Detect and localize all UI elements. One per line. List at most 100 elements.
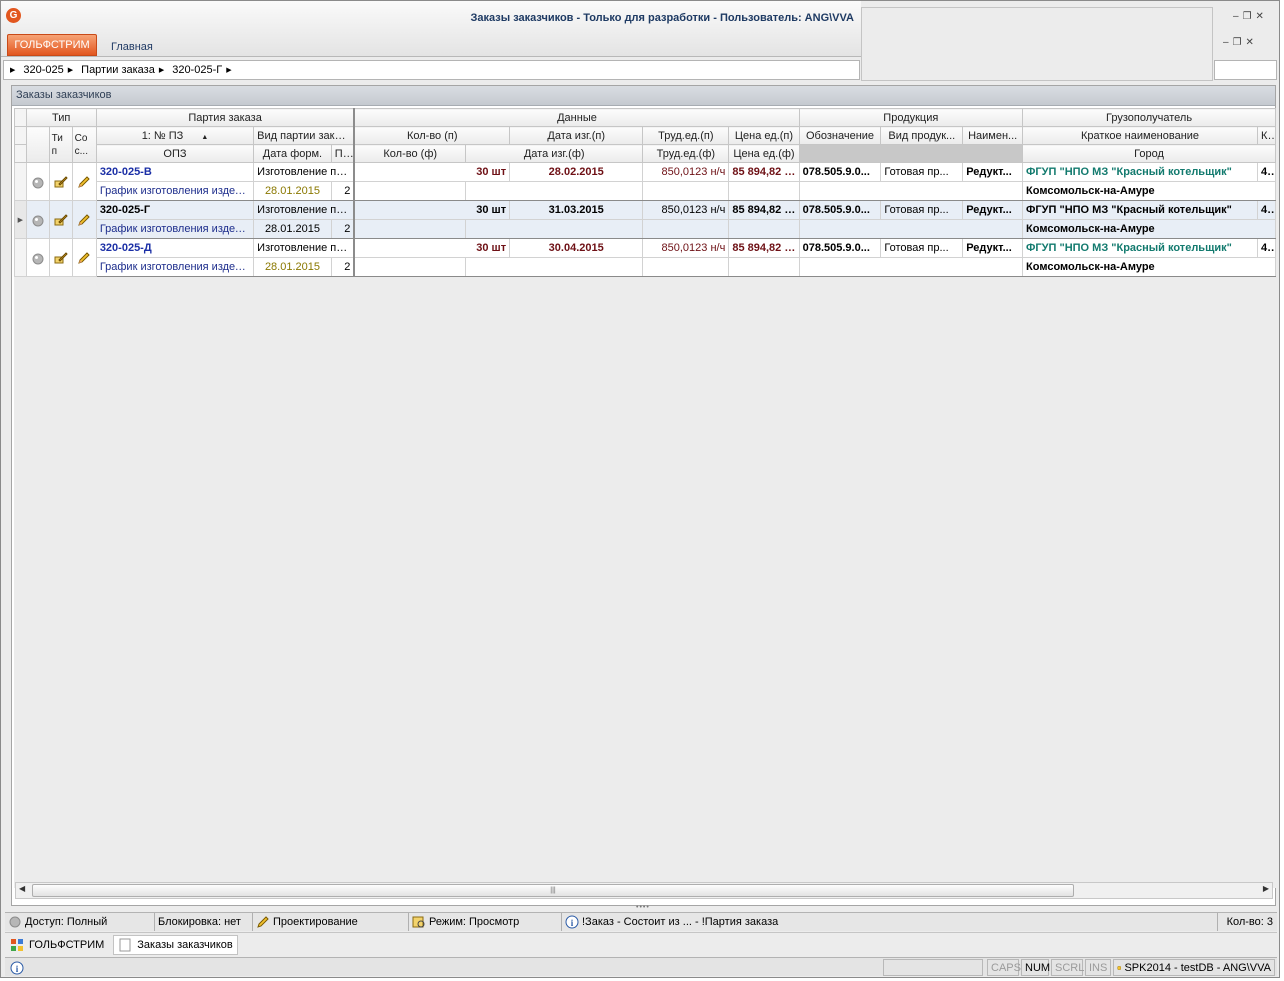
date-plan: 31.03.2015 <box>509 200 644 220</box>
breadcrumb: ▶ 320-025 ▶ Партии заказа ▶ 320-025-Г ▶ <box>3 60 860 80</box>
app-menu-button[interactable]: ГОЛЬФСТРИМ <box>7 34 97 56</box>
doc-minimize-icon[interactable]: ‒ <box>1223 37 1233 48</box>
col-price-plan[interactable]: Цена ед.(п) <box>728 126 800 145</box>
qty-plan: 30 шт <box>353 238 511 258</box>
taskbar-window-item[interactable]: Заказы заказчиков <box>113 935 238 955</box>
city: Комсомольск-на-Амуре <box>1022 219 1276 239</box>
col-opz[interactable]: ОПЗ <box>95 144 255 163</box>
col-product-name[interactable]: Наимен... <box>962 126 1024 145</box>
more-cell: 47 <box>1257 238 1276 258</box>
col-pr[interactable]: Пр. <box>330 144 356 163</box>
doc-close-icon[interactable]: ✕ <box>1246 37 1258 48</box>
tab-main[interactable]: Главная <box>111 41 153 53</box>
table-row[interactable]: 320-025-В Изготовление продукции 30 шт 2… <box>14 162 1276 201</box>
batch-kind: Изготовление продукции <box>253 162 356 182</box>
product-kind: Готовая пр... <box>880 162 964 182</box>
breadcrumb-arrow-icon[interactable]: ▶ <box>10 66 15 74</box>
doc-restore-icon[interactable]: ❐ <box>1233 37 1246 48</box>
price-fact <box>728 257 800 277</box>
labor-plan: 850,0123 н/ч <box>642 200 730 220</box>
col-labor-fact[interactable]: Труд.ед.(ф) <box>642 144 730 163</box>
col-price-fact[interactable]: Цена ед.(ф) <box>728 144 800 163</box>
col-designation[interactable]: Обозначение <box>798 126 882 145</box>
col-type[interactable]: Ти п <box>48 126 73 163</box>
row-cell-status <box>25 200 50 239</box>
caps-indicator: CAPS <box>987 959 1021 976</box>
opz[interactable]: График изготовления изделия <box>95 181 255 201</box>
scroll-left-icon[interactable]: ◀ <box>19 884 25 893</box>
pencil-note-icon <box>54 251 68 263</box>
batch-number[interactable]: 320-025-В <box>95 162 255 182</box>
col-more[interactable]: Ко <box>1257 126 1276 145</box>
price-plan: 85 894,82 руб <box>728 200 800 220</box>
labor-fact <box>642 219 730 239</box>
pencil-note-icon <box>54 175 68 187</box>
table-row[interactable]: График изготовления изделия 28.01.2015 2… <box>15 181 1276 201</box>
status-access-label: Доступ: Полный <box>25 916 108 928</box>
status-lock-label: Блокировка: нет <box>158 916 241 928</box>
band-consignee: Грузополучатель <box>1022 108 1276 127</box>
more-cell: 47 <box>1257 162 1276 182</box>
ribbon-right-panel <box>861 7 1213 81</box>
product-name: Редукт... <box>962 200 1024 220</box>
row-indicator[interactable] <box>14 238 27 277</box>
price-plan: 85 894,82 руб <box>728 238 800 258</box>
opz[interactable]: График изготовления изделия <box>95 219 255 239</box>
product-name: Редукт... <box>962 238 1024 258</box>
col-city[interactable]: Город <box>1022 144 1276 163</box>
qty-plan: 30 шт <box>353 162 511 182</box>
database-icon <box>1117 965 1121 970</box>
row-cell-state <box>71 238 97 277</box>
scroll-right-icon[interactable]: ▶ <box>1263 884 1269 893</box>
col-qty-plan[interactable]: Кол-во (п) <box>353 126 511 145</box>
price-plan: 85 894,82 руб <box>728 162 800 182</box>
opz[interactable]: График изготовления изделия <box>95 257 255 277</box>
close-icon[interactable]: ✕ <box>1256 11 1268 22</box>
restore-icon[interactable]: ❐ <box>1243 11 1256 22</box>
breadcrumb-item-batches[interactable]: Партии заказа <box>81 64 155 76</box>
table-row[interactable]: График изготовления изделия 28.01.2015 2… <box>15 257 1276 277</box>
col-qty-fact[interactable]: Кол-во (ф) <box>353 144 467 163</box>
bottom-info[interactable]: i <box>7 959 27 976</box>
city: Комсомольск-на-Амуре <box>1022 181 1276 201</box>
horizontal-scrollbar[interactable]: ◀ ||| ▶ <box>15 882 1273 899</box>
table-row[interactable]: 320-025-Д Изготовление продукции 30 шт 3… <box>14 238 1276 277</box>
row-indicator[interactable]: ▶ <box>14 200 27 239</box>
col-date-plan[interactable]: Дата изг.(п) <box>509 126 644 145</box>
row-indicator[interactable] <box>14 162 27 201</box>
col-state[interactable]: Со с... <box>71 126 97 163</box>
splitter-grip[interactable]: •••• <box>636 904 650 911</box>
price-fact <box>728 181 800 201</box>
table-row-selected[interactable]: ▶ 320-025-Г Изготовление продукции 30 шт… <box>14 200 1276 239</box>
col-product-kind[interactable]: Вид продук... <box>880 126 964 145</box>
batch-number[interactable]: 320-025-Г <box>95 200 255 220</box>
batch-number[interactable]: 320-025-Д <box>95 238 255 258</box>
minimize-icon[interactable]: ‒ <box>1233 11 1243 22</box>
qty-fact <box>353 219 467 239</box>
col-form-date[interactable]: Дата форм. <box>253 144 332 163</box>
indicator-header <box>14 126 27 145</box>
gray-ball-icon <box>32 177 44 188</box>
scrl-indicator: SCRL <box>1051 959 1084 976</box>
breadcrumb-arrow-icon[interactable]: ▶ <box>226 66 231 74</box>
window-taskbar: ГОЛЬФСТРИМ Заказы заказчиков <box>5 932 1277 956</box>
breadcrumb-arrow-icon[interactable]: ▶ <box>68 66 73 74</box>
col-labor-plan[interactable]: Труд.ед.(п) <box>642 126 730 145</box>
table-row-selected[interactable]: График изготовления изделия 28.01.2015 2… <box>15 219 1276 239</box>
taskbar-app-item[interactable]: ГОЛЬФСТРИМ <box>5 935 109 955</box>
consignee-name: ФГУП "НПО МЗ "Красный котельщик" <box>1022 238 1259 258</box>
breadcrumb-item-order[interactable]: 320-025 <box>23 64 63 76</box>
breadcrumb-item-batch[interactable]: 320-025-Г <box>172 64 222 76</box>
col-short-name[interactable]: Краткое наименование <box>1022 126 1259 145</box>
current-row-arrow-icon: ▶ <box>17 216 23 224</box>
gray-ball-icon <box>32 253 44 264</box>
scrollbar-thumb[interactable]: ||| <box>32 884 1074 897</box>
col-batch-number[interactable]: 1: № ПЗ ▲ <box>95 126 255 145</box>
col-date-fact[interactable]: Дата изг.(ф) <box>465 144 644 163</box>
orders-grid: Тип Партия заказа Данные Продукция Грузо… <box>14 108 1276 888</box>
col-batch-kind[interactable]: Вид партии заказа <box>253 126 356 145</box>
taskbar-window-label: Заказы заказчиков <box>137 939 233 951</box>
breadcrumb-arrow-icon[interactable]: ▶ <box>159 66 164 74</box>
col-empty <box>25 126 50 163</box>
pencil-icon <box>78 251 90 264</box>
